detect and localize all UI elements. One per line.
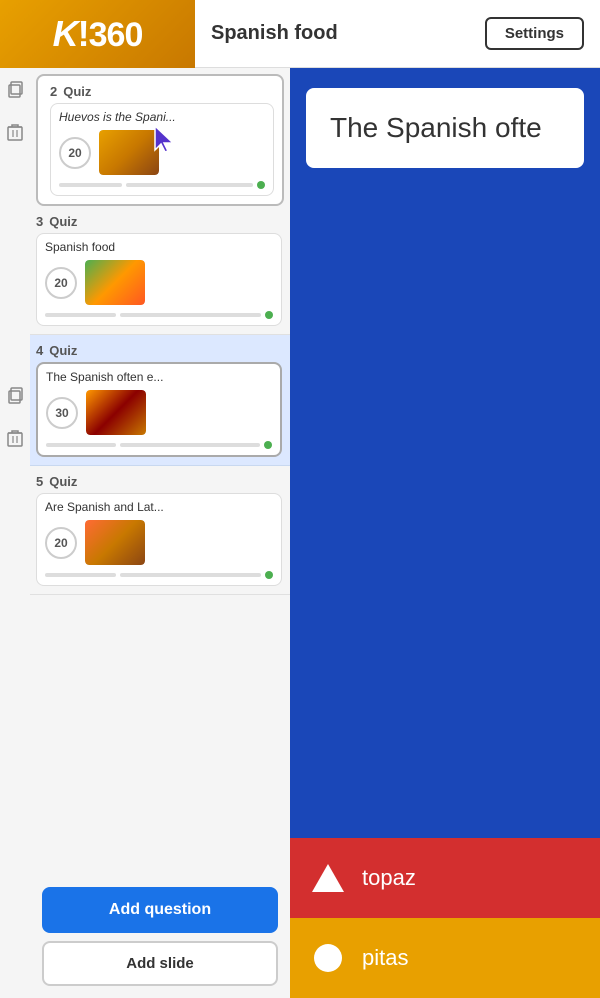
quiz-card-title-3: Spanish food [45,240,273,254]
quiz-item-2-header: 2 Quiz [50,84,274,99]
question-box: The Spanish ofte [306,88,584,168]
answer-gold[interactable]: pitas [290,918,600,998]
quiz-card-bars-2 [59,181,265,189]
circle-shape [314,944,342,972]
bar-7 [45,573,116,577]
sidebar-wrapper: 2 Quiz Huevos is the Spani... 20 [0,68,290,998]
quiz-num-5: 5 [36,474,43,489]
circle-answer-icon [310,940,346,976]
quiz-card-2: Huevos is the Spani... 20 [50,103,274,196]
content-spacer [290,168,600,838]
triangle-shape [312,864,344,892]
quiz-thumb-5 [85,520,145,565]
bar-8 [120,573,261,577]
copy-icon-2[interactable] [6,386,24,409]
add-question-button[interactable]: Add question [42,887,278,933]
quiz-card-bars-4 [46,441,272,449]
quiz-card-bars-3 [45,311,273,319]
bar-6 [120,443,260,447]
food-image-4 [85,520,145,565]
quiz-card-5: Are Spanish and Lat... 20 [36,493,282,586]
food-image-1 [99,130,159,175]
page-title: Spanish food [211,22,338,45]
content-area: The Spanish ofte topaz pitas [290,68,600,998]
quiz-points-2: 20 [59,137,91,169]
progress-dot-2 [257,181,265,189]
header: K!360 Spanish food Settings [0,0,600,68]
quiz-item-3-header: 3 Quiz [36,214,282,229]
quiz-item-4-header: 4 Quiz [36,343,282,358]
quiz-card-body-5: 20 [45,520,273,565]
quiz-card-title-4: The Spanish often e... [46,370,272,384]
quiz-card-body-3: 20 [45,260,273,305]
food-image-3 [86,390,146,435]
quiz-item-4[interactable]: 4 Quiz The Spanish often e... 30 [30,335,290,466]
answer-text-1: topaz [362,865,416,891]
answer-red[interactable]: topaz [290,838,600,918]
logo-text: K!360 [53,13,143,55]
quiz-points-4: 30 [46,397,78,429]
quiz-num-2: 2 [50,84,57,99]
food-image-2 [85,260,145,305]
bar-5 [46,443,116,447]
main-area: 2 Quiz Huevos is the Spani... 20 [0,68,600,998]
bar-1 [59,183,122,187]
quiz-item-2[interactable]: 2 Quiz Huevos is the Spani... 20 [36,74,284,206]
copy-icon[interactable] [6,80,24,103]
quiz-card-bars-5 [45,571,273,579]
bar-2 [126,183,253,187]
quiz-card-title-5: Are Spanish and Lat... [45,500,273,514]
quiz-thumb-3 [85,260,145,305]
delete-icon-2[interactable] [7,429,23,452]
answer-text-2: pitas [362,945,408,971]
header-title-area: Spanish food Settings [195,17,600,50]
quiz-label-3: Quiz [49,214,77,229]
quiz-label-5: Quiz [49,474,77,489]
sidebar-actions: Add question Add slide [30,875,290,998]
quiz-num-3: 3 [36,214,43,229]
bar-3 [45,313,116,317]
quiz-card-title-2: Huevos is the Spani... [59,110,265,124]
quiz-points-5: 20 [45,527,77,559]
quiz-item-3[interactable]: 3 Quiz Spanish food 20 [30,206,290,335]
quiz-card-body-2: 20 [59,130,265,175]
left-strip [0,68,30,998]
progress-dot-4 [264,441,272,449]
sidebar-spacer [30,595,290,875]
delete-icon[interactable] [7,123,23,146]
quiz-points-3: 20 [45,267,77,299]
quiz-card-4: The Spanish often e... 30 [36,362,282,457]
answers-area: topaz pitas [290,838,600,998]
progress-dot-5 [265,571,273,579]
add-slide-button[interactable]: Add slide [42,941,278,986]
bar-4 [120,313,261,317]
quiz-item-5-header: 5 Quiz [36,474,282,489]
quiz-label-4: Quiz [49,343,77,358]
quiz-thumb-2 [99,130,159,175]
logo: K!360 [0,0,195,68]
quiz-card-3: Spanish food 20 [36,233,282,326]
quiz-num-4: 4 [36,343,43,358]
question-text: The Spanish ofte [330,112,542,144]
triangle-answer-icon [310,860,346,896]
quiz-thumb-4 [86,390,146,435]
quiz-item-5[interactable]: 5 Quiz Are Spanish and Lat... 20 [30,466,290,595]
sidebar: 2 Quiz Huevos is the Spani... 20 [30,68,290,998]
quiz-card-body-4: 30 [46,390,272,435]
progress-dot-3 [265,311,273,319]
settings-button[interactable]: Settings [485,17,584,50]
quiz-label-2: Quiz [63,84,91,99]
